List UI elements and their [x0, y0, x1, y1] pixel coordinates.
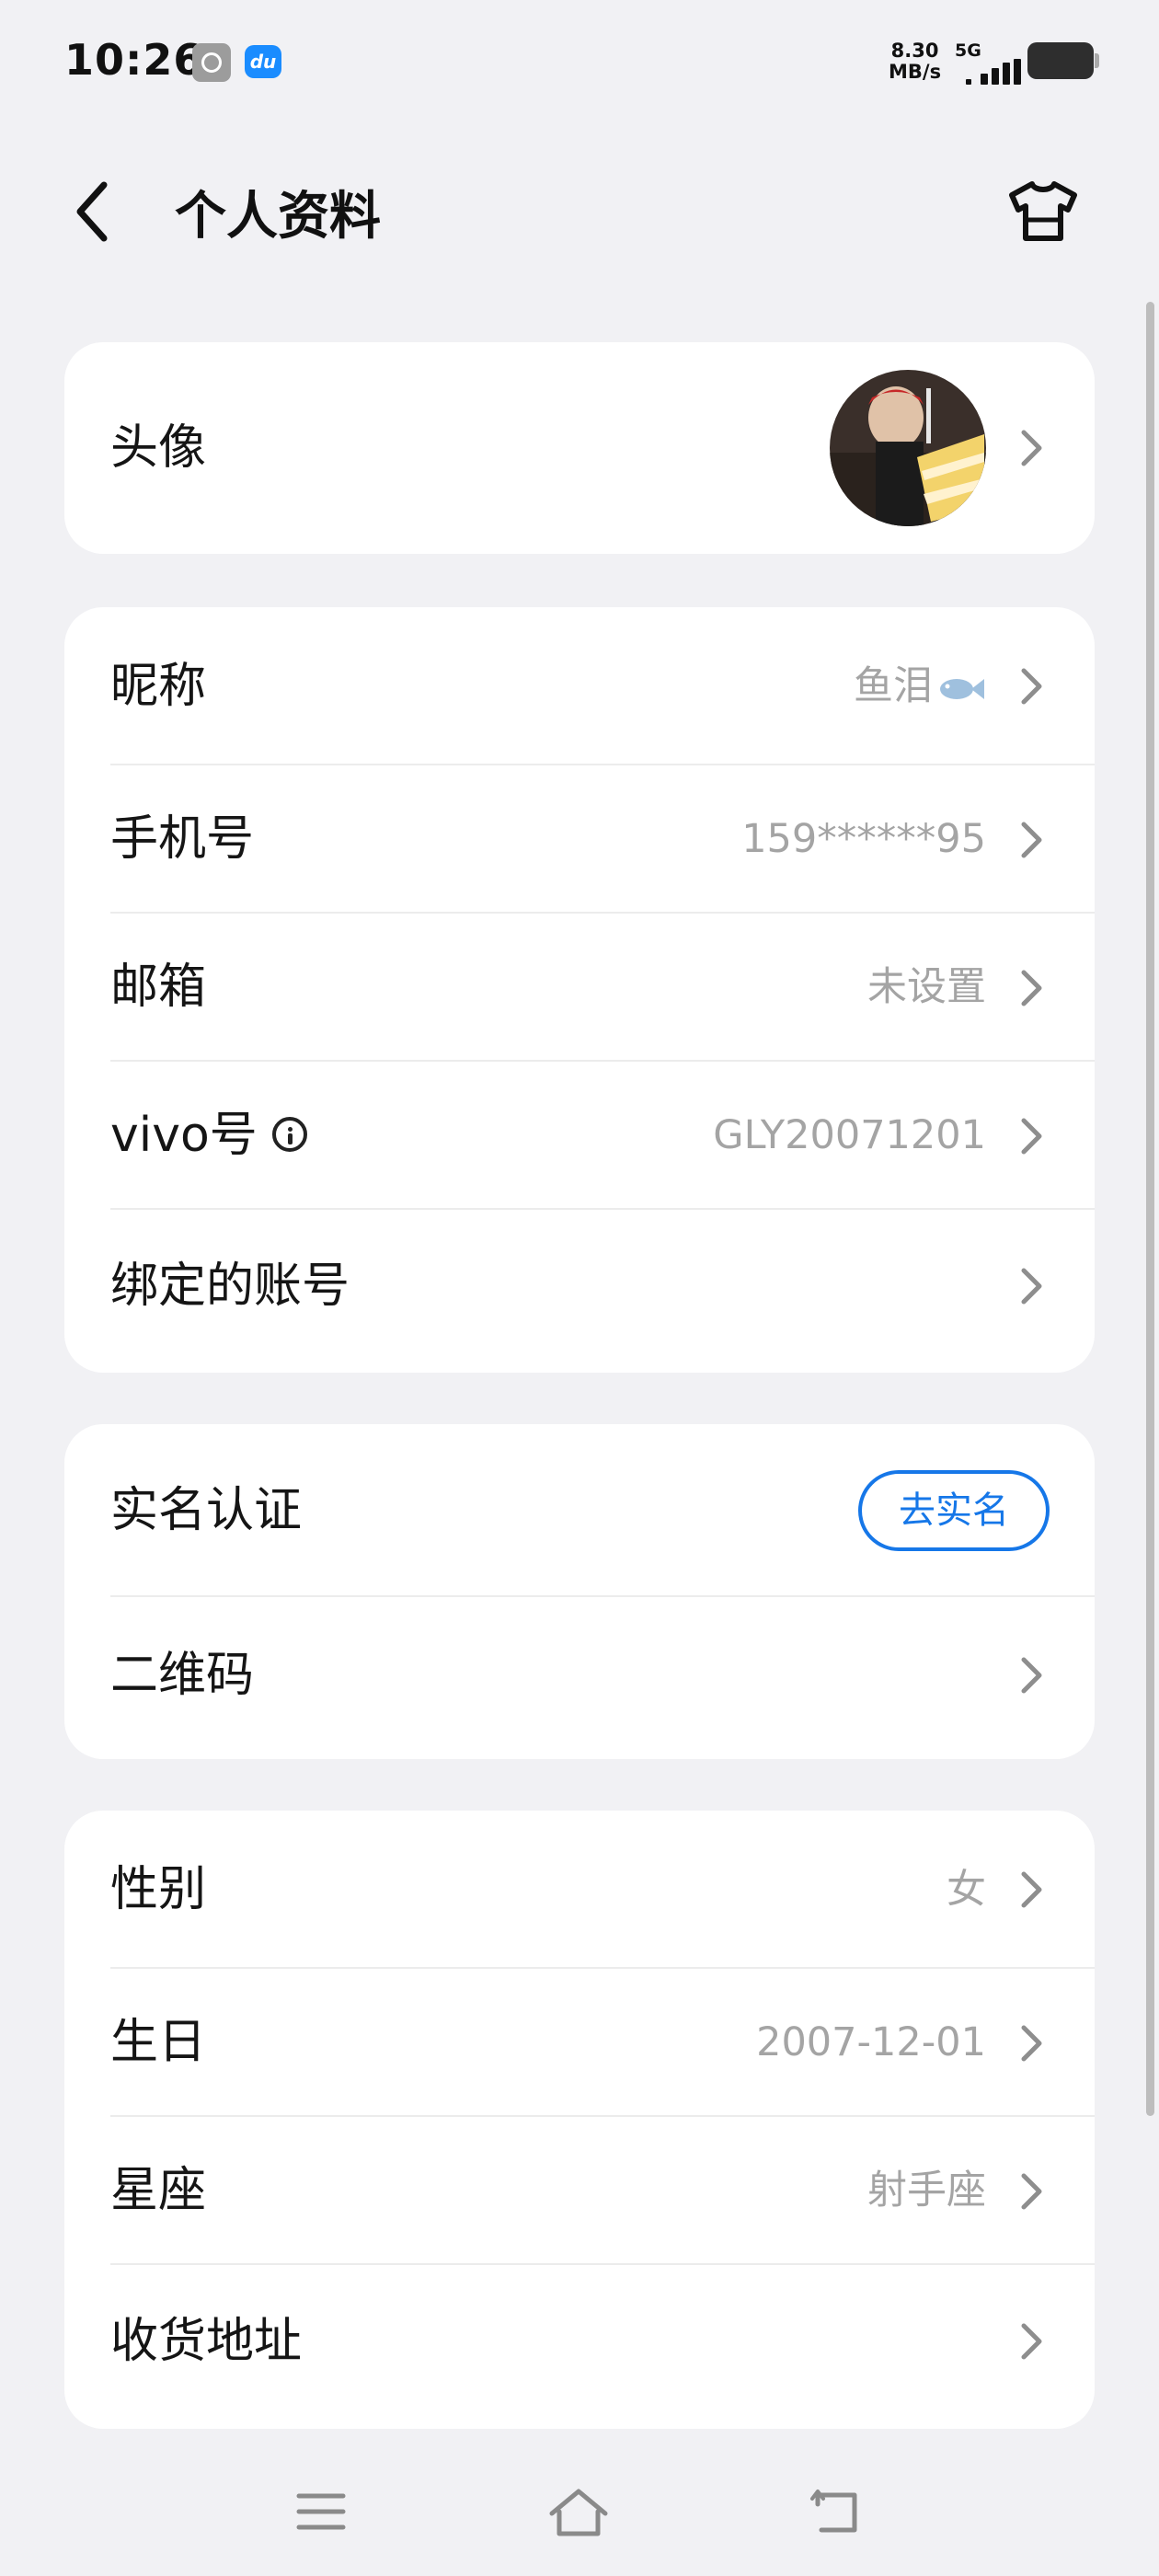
network-speed-value: 8.30: [890, 40, 939, 62]
personal-card: 性别 女 生日 2007-12-01 星座 射手座 收货地址: [64, 1811, 1095, 2429]
nickname-text: 鱼泪: [854, 663, 933, 709]
avatar-card: 头像: [64, 342, 1095, 554]
chevron-right-icon: [1021, 668, 1042, 705]
chevron-right-icon: [1021, 1871, 1042, 1908]
chevron-right-icon: [1021, 1118, 1042, 1155]
tshirt-icon: [1009, 181, 1077, 241]
chevron-right-icon: [1021, 430, 1042, 466]
account-card: 昵称 鱼泪 手机号 159******95 邮箱 未设置 vivo号 GLY20…: [64, 607, 1095, 1373]
zodiac-row[interactable]: 星座 射手座: [64, 2117, 1095, 2265]
address-label: 收货地址: [110, 2314, 303, 2369]
gender-row[interactable]: 性别 女: [64, 1811, 1095, 1969]
home-icon: [549, 2489, 608, 2536]
qr-code-row[interactable]: 二维码: [64, 1597, 1095, 1759]
menu-icon: [296, 2493, 346, 2530]
real-name-label: 实名认证: [110, 1483, 303, 1538]
back-return-icon: [810, 2490, 857, 2533]
network-speed: 8.30 MB/s: [889, 40, 941, 83]
signal-icon: [966, 59, 1021, 85]
real-name-row[interactable]: 实名认证 去实名: [64, 1424, 1095, 1597]
verify-real-name-button[interactable]: 去实名: [858, 1470, 1050, 1551]
nickname-label: 昵称: [110, 659, 207, 714]
vivo-id-value: GLY20071201: [713, 1112, 986, 1158]
address-row[interactable]: 收货地址: [64, 2265, 1095, 2429]
phone-label: 手机号: [110, 811, 255, 867]
bound-accounts-label: 绑定的账号: [110, 1259, 350, 1314]
network-type: 5G: [955, 40, 981, 61]
du-app-icon: du: [245, 45, 281, 78]
chevron-right-icon: [1021, 970, 1042, 1006]
chevron-right-icon: [1021, 1268, 1042, 1305]
battery-icon: [1027, 42, 1099, 79]
zodiac-label: 星座: [110, 2163, 207, 2218]
bound-accounts-row[interactable]: 绑定的账号: [64, 1210, 1095, 1372]
gender-value: 女: [947, 1867, 986, 1913]
avatar: [830, 370, 986, 526]
settings-app-icon: [192, 43, 231, 82]
scrollbar[interactable]: [1146, 302, 1154, 2116]
nickname-value: 鱼泪: [854, 607, 986, 765]
identity-card: 实名认证 去实名 二维码: [64, 1424, 1095, 1759]
home-button[interactable]: [546, 2484, 611, 2539]
email-value: 未设置: [867, 964, 986, 1010]
phone-value: 159******95: [741, 816, 986, 862]
vivo-id-row[interactable]: vivo号 GLY20071201: [64, 1062, 1095, 1210]
zodiac-value: 射手座: [867, 2168, 986, 2214]
chevron-right-icon: [1021, 1657, 1042, 1694]
birthday-label: 生日: [110, 2015, 207, 2070]
network-speed-unit: MB/s: [889, 61, 942, 83]
vivo-id-label: vivo号: [110, 1108, 258, 1163]
theme-button[interactable]: [1003, 171, 1084, 252]
chevron-right-icon: [1021, 822, 1042, 858]
chevron-right-icon: [1021, 2025, 1042, 2062]
email-row[interactable]: 邮箱 未设置: [64, 914, 1095, 1062]
email-label: 邮箱: [110, 960, 207, 1015]
vivo-id-label-wrap: vivo号: [110, 1062, 307, 1210]
avatar-label: 头像: [110, 420, 207, 476]
back-button[interactable]: [55, 166, 129, 258]
chevron-left-icon: [76, 181, 108, 242]
status-time: 10:26: [64, 35, 204, 85]
menu-button[interactable]: [289, 2484, 353, 2539]
back-nav-button[interactable]: [804, 2484, 868, 2539]
chevron-right-icon: [1021, 2173, 1042, 2210]
phone-row[interactable]: 手机号 159******95: [64, 765, 1095, 914]
nickname-row[interactable]: 昵称 鱼泪: [64, 607, 1095, 765]
avatar-row[interactable]: 头像: [64, 342, 1095, 554]
chevron-right-icon: [1021, 2323, 1042, 2360]
info-icon[interactable]: [271, 1117, 307, 1152]
gender-label: 性别: [110, 1862, 207, 1917]
birthday-value: 2007-12-01: [756, 2019, 986, 2065]
qr-code-label: 二维码: [110, 1648, 255, 1703]
fish-emoji-icon: [940, 678, 984, 699]
birthday-row[interactable]: 生日 2007-12-01: [64, 1969, 1095, 2117]
page-title: 个人资料: [175, 187, 381, 247]
status-bar: 10:26 du 8.30 MB/s 5G: [0, 0, 1159, 129]
